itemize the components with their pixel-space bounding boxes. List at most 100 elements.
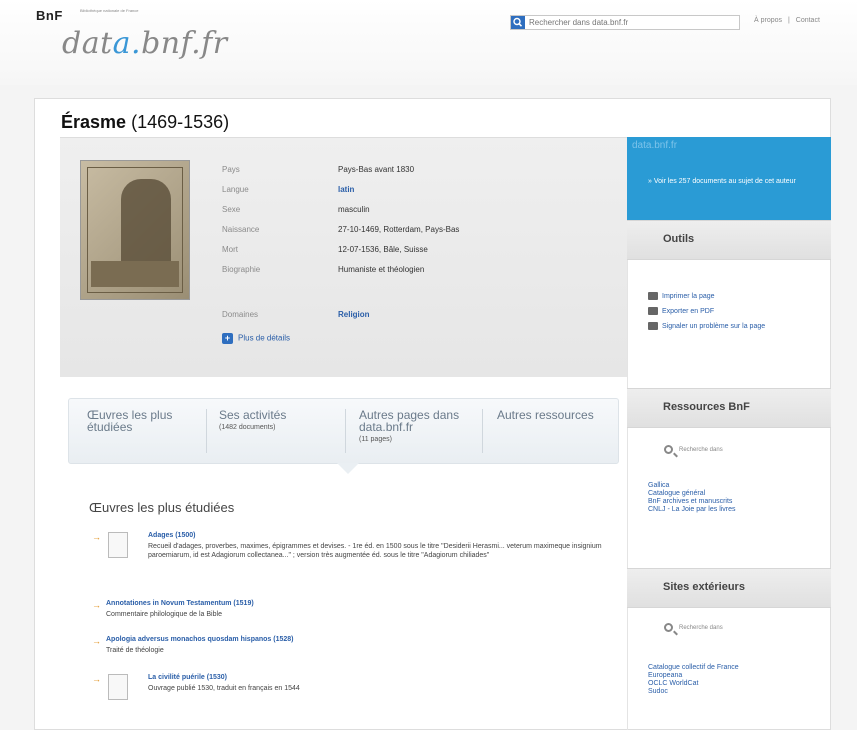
pdf-icon: [648, 307, 658, 315]
resource-link-gallica[interactable]: Gallica: [648, 482, 669, 490]
sidebar-divider: [627, 220, 628, 730]
tab-sub: (1482 documents): [219, 424, 276, 431]
external-link-sudoc[interactable]: Sudoc: [648, 688, 668, 696]
search-icon[interactable]: [511, 16, 525, 29]
document-icon: [108, 532, 128, 558]
tab-label: Œuvres les plus étudiées: [87, 408, 173, 434]
work-description: Ouvrage publié 1530, traduit en français…: [148, 685, 300, 692]
info-label: Pays: [222, 165, 240, 174]
tab-other-pages[interactable]: Autres pages dans data.bnf.fr (11 pages): [359, 409, 494, 455]
sidebar-highlight-title: data.bnf.fr: [632, 140, 678, 151]
report-icon: [648, 322, 658, 330]
info-label: Langue: [222, 185, 249, 194]
info-label: Naissance: [222, 225, 260, 234]
export-pdf-link[interactable]: Exporter en PDF: [648, 307, 714, 316]
info-label: Sexe: [222, 205, 241, 214]
magnifier-icon: [664, 623, 673, 632]
work-title-link[interactable]: La civilité puérile (1530): [148, 674, 227, 681]
top-links: À propos | Contact: [750, 17, 820, 24]
info-value: 12-07-1536, Bâle, Suisse: [338, 245, 428, 254]
plus-icon: +: [222, 333, 233, 344]
info-row-country: Pays Pays-Bas avant 1830: [222, 165, 622, 179]
document-icon: [108, 674, 128, 700]
portrait-figure: [121, 179, 171, 269]
contact-link[interactable]: Contact: [796, 17, 820, 24]
info-row-domains: Domaines Religion: [222, 310, 622, 324]
info-value: 27-10-1469, Rotterdam, Pays-Bas: [338, 225, 460, 234]
portrait-desk: [91, 261, 179, 287]
info-row-sex: Sexe masculin: [222, 205, 622, 219]
tools-header: [627, 220, 831, 260]
bnf-logo[interactable]: BnF: [36, 8, 63, 23]
info-row-language: Langue latin: [222, 185, 622, 199]
print-page-link[interactable]: Imprimer la page: [648, 292, 715, 301]
resource-link-catalogue[interactable]: Catalogue général: [648, 490, 705, 498]
arrow-icon: →: [92, 636, 101, 646]
info-value: masculin: [338, 205, 370, 214]
author-name: Érasme: [61, 112, 127, 132]
author-dates: (1469-1536): [131, 112, 230, 132]
work-item: → Adages (1500) Recueil d'adages, prover…: [92, 532, 612, 572]
work-description: Traité de théologie: [106, 647, 164, 654]
magnifier-icon: [664, 445, 673, 454]
work-description: Commentaire philologique de la Bible: [106, 611, 222, 618]
info-row-birth: Naissance 27-10-1469, Rotterdam, Pays-Ba…: [222, 225, 622, 239]
tab-divider: [345, 409, 346, 453]
external-link-ccfr[interactable]: Catalogue collectif de France: [648, 664, 739, 672]
tool-label: Imprimer la page: [662, 292, 715, 300]
tab-most-studied-works[interactable]: Œuvres les plus étudiées: [87, 409, 197, 455]
work-item: → Annotationes in Novum Testamentum (151…: [92, 600, 612, 622]
language-link[interactable]: latin: [338, 185, 354, 194]
more-details-button[interactable]: + Plus de détails: [222, 333, 290, 344]
active-tab-pointer: [337, 463, 359, 474]
data-bnf-logo[interactable]: data.bnf.fr: [62, 26, 228, 61]
logo-part-1: dat: [62, 26, 113, 61]
search-box: [510, 15, 740, 30]
resource-link-archives[interactable]: BnF archives et manuscrits: [648, 498, 732, 506]
printer-icon: [648, 292, 658, 300]
link-separator: |: [787, 17, 790, 24]
info-label: Domaines: [222, 310, 259, 319]
tab-sub: (11 pages): [359, 436, 392, 443]
tab-other-resources[interactable]: Autres ressources: [497, 409, 597, 455]
documents-about-author-link[interactable]: » Voir les 257 documents au sujet de cet…: [648, 177, 808, 186]
logo-part-3: bnf.fr: [141, 26, 228, 61]
works-section-title: Œuvres les plus étudiées: [89, 500, 235, 515]
domain-link[interactable]: Religion: [338, 310, 370, 319]
info-value: Pays-Bas avant 1830: [338, 165, 415, 174]
work-title-link[interactable]: Adages (1500): [148, 532, 195, 539]
tab-bar: Œuvres les plus étudiées Ses activités (1…: [68, 398, 619, 464]
info-label: Biographie: [222, 265, 261, 274]
work-title-link[interactable]: Apologia adversus monachos quosdam hispa…: [106, 636, 294, 643]
resource-link-cnlj[interactable]: CNLJ - La Joie par les livres: [648, 506, 736, 514]
info-label: Mort: [222, 245, 238, 254]
external-sites-title: Sites extérieurs: [663, 581, 745, 593]
external-link-worldcat[interactable]: OCLC WorldCat: [648, 680, 698, 688]
resources-search[interactable]: Recherche dans: [664, 445, 723, 454]
tab-divider: [482, 409, 483, 453]
about-link[interactable]: À propos: [754, 17, 782, 24]
more-details-label: Plus de détails: [238, 333, 291, 343]
report-problem-link[interactable]: Signaler un problème sur la page: [648, 322, 798, 331]
page-title: Érasme (1469-1536): [61, 112, 229, 133]
bnf-logo-subtitle: Bibliothèque nationale de France: [80, 8, 139, 13]
author-portrait: [80, 160, 190, 300]
external-search[interactable]: Recherche dans: [664, 623, 723, 632]
tab-label: Ses activités: [219, 408, 287, 422]
resources-title: Ressources BnF: [663, 401, 750, 413]
info-value: Humaniste et théologien: [338, 265, 425, 274]
tool-label: Signaler un problème sur la page: [662, 322, 766, 330]
info-row-death: Mort 12-07-1536, Bâle, Suisse: [222, 245, 622, 259]
work-title-link[interactable]: Annotationes in Novum Testamentum (1519): [106, 600, 254, 607]
external-link-europeana[interactable]: Europeana: [648, 672, 682, 680]
tab-activities[interactable]: Ses activités (1482 documents): [219, 409, 329, 455]
arrow-icon: →: [92, 532, 101, 542]
tools-title: Outils: [663, 233, 695, 245]
tab-label: Autres pages dans data.bnf.fr: [359, 408, 460, 434]
search-input[interactable]: [529, 17, 734, 28]
info-row-biography: Biographie Humaniste et théologien: [222, 265, 622, 279]
tab-divider: [206, 409, 207, 453]
arrow-icon: →: [92, 674, 101, 684]
work-description: Recueil d'adages, proverbes, maximes, ép…: [148, 543, 602, 559]
search-label: Recherche dans: [679, 447, 723, 454]
